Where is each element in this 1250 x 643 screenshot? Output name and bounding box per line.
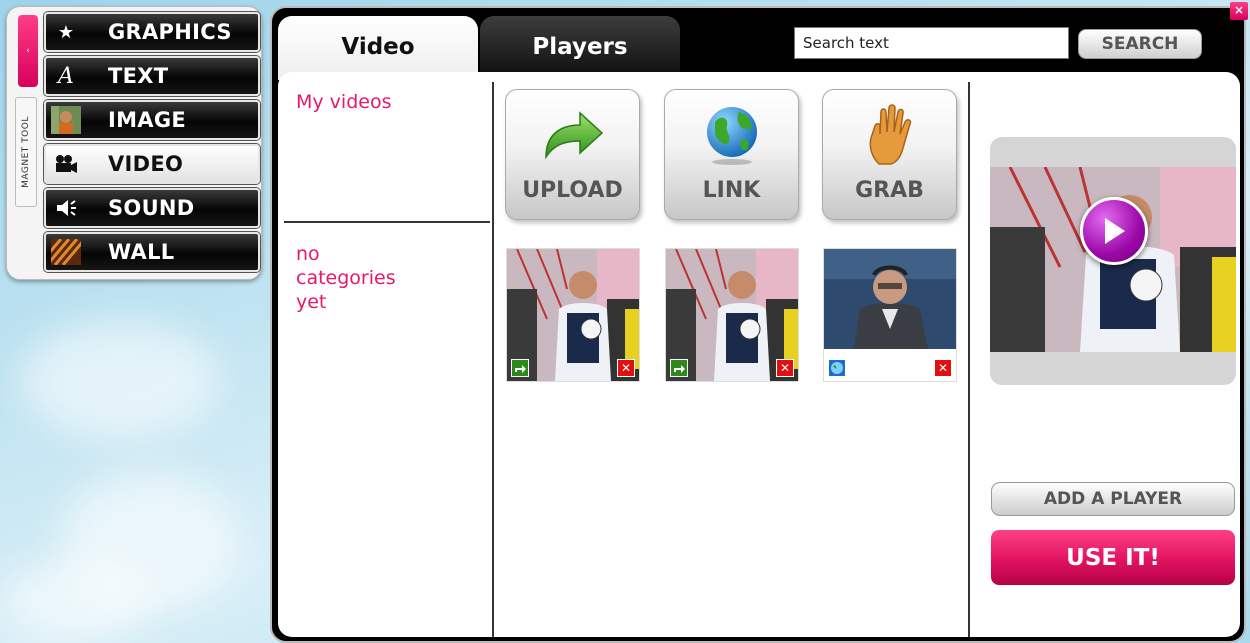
tool-text[interactable]: A TEXT bbox=[44, 56, 260, 96]
video-frame-image bbox=[824, 249, 956, 349]
magnet-tool-label: MAGNET TOOL bbox=[21, 116, 31, 188]
delete-video-button[interactable]: ✕ bbox=[934, 359, 952, 377]
search-button-label: SEARCH bbox=[1101, 34, 1179, 54]
category-my-videos[interactable]: My videos bbox=[296, 90, 486, 114]
delete-video-button[interactable]: ✕ bbox=[776, 359, 794, 377]
upload-label: UPLOAD bbox=[522, 178, 623, 203]
magnet-tool-label-box: MAGNET TOOL bbox=[15, 97, 37, 207]
add-a-player-button[interactable]: ADD A PLAYER bbox=[991, 482, 1235, 516]
video-browser-window: Video Players SEARCH My videos no catego… bbox=[270, 6, 1246, 643]
tool-label: VIDEO bbox=[108, 152, 184, 176]
search-input[interactable] bbox=[794, 27, 1069, 59]
tool-image[interactable]: IMAGE bbox=[44, 100, 260, 140]
upload-badge-icon bbox=[670, 359, 688, 377]
use-it-button[interactable]: USE IT! bbox=[991, 530, 1235, 585]
tab-label: Players bbox=[532, 34, 628, 60]
tab-label: Video bbox=[341, 34, 415, 60]
video-content-area: My videos no categories yet UPLOAD LINK … bbox=[278, 72, 1240, 637]
tool-label: WALL bbox=[108, 240, 175, 264]
upload-badge-icon bbox=[511, 359, 529, 377]
grab-label: GRAB bbox=[855, 178, 924, 203]
green-arrow-icon bbox=[506, 100, 639, 170]
category-divider bbox=[284, 221, 490, 223]
play-button[interactable] bbox=[1080, 197, 1148, 265]
link-badge-icon bbox=[828, 359, 846, 377]
magnet-tool-palette: ‹ MAGNET TOOL ★ GRAPHICS A TEXT IMAGE VI… bbox=[6, 6, 262, 280]
image-icon bbox=[46, 102, 86, 138]
wall-icon bbox=[46, 234, 86, 270]
tool-graphics[interactable]: ★ GRAPHICS bbox=[44, 12, 260, 52]
delete-video-button[interactable]: ✕ bbox=[617, 359, 635, 377]
video-thumbnail-2[interactable]: ✕ bbox=[665, 248, 799, 382]
tool-label: IMAGE bbox=[108, 108, 187, 132]
link-button[interactable]: LINK bbox=[664, 89, 799, 220]
search-button[interactable]: SEARCH bbox=[1078, 29, 1202, 59]
close-icon: × bbox=[1233, 3, 1245, 17]
close-window-button[interactable]: × bbox=[1230, 2, 1248, 20]
tool-label: SOUND bbox=[108, 196, 195, 220]
tab-players[interactable]: Players bbox=[480, 16, 680, 80]
tool-wall[interactable]: WALL bbox=[44, 232, 260, 272]
star-icon: ★ bbox=[57, 21, 75, 43]
background-cloud bbox=[0, 560, 150, 640]
play-icon bbox=[1105, 218, 1125, 244]
column-divider bbox=[492, 82, 494, 637]
hand-icon bbox=[823, 100, 956, 170]
tab-video[interactable]: Video bbox=[278, 16, 478, 80]
chevron-left-icon: ‹ bbox=[26, 46, 30, 56]
tool-label: GRAPHICS bbox=[108, 20, 232, 44]
link-label: LINK bbox=[702, 178, 761, 203]
globe-icon bbox=[665, 100, 798, 170]
video-thumbnail-1[interactable]: ✕ bbox=[506, 248, 640, 382]
background-cloud bbox=[20, 320, 220, 440]
text-icon: A bbox=[58, 63, 74, 89]
tool-video[interactable]: VIDEO bbox=[44, 144, 260, 184]
speaker-icon bbox=[46, 190, 86, 226]
use-it-label: USE IT! bbox=[1066, 544, 1160, 571]
grab-button[interactable]: GRAB bbox=[822, 89, 957, 220]
tool-sound[interactable]: SOUND bbox=[44, 188, 260, 228]
upload-button[interactable]: UPLOAD bbox=[505, 89, 640, 220]
player-preview-panel bbox=[990, 137, 1236, 385]
collapse-palette-button[interactable]: ‹ bbox=[18, 15, 38, 87]
add-a-player-label: ADD A PLAYER bbox=[1043, 489, 1183, 509]
no-categories-message: no categories yet bbox=[296, 243, 396, 313]
tool-label: TEXT bbox=[108, 64, 169, 88]
column-divider bbox=[968, 82, 970, 637]
film-camera-icon bbox=[46, 146, 86, 182]
video-thumbnail-3[interactable]: ✕ bbox=[823, 248, 957, 382]
